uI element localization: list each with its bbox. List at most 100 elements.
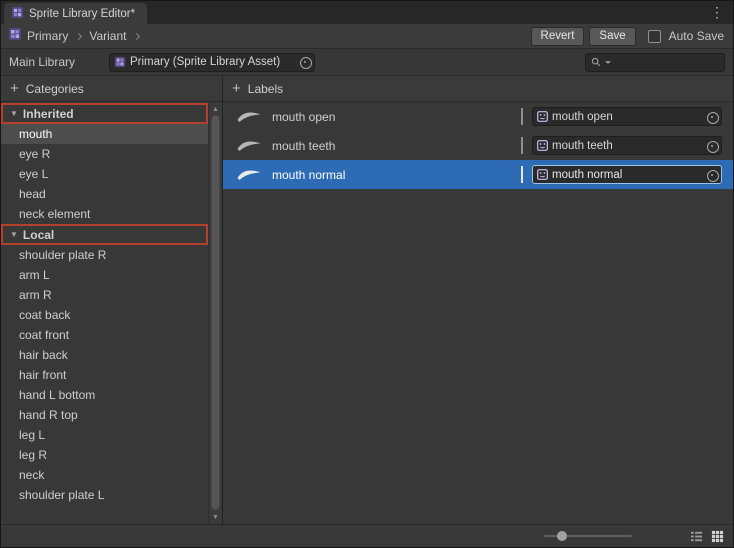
label-object-field[interactable]: mouth normal	[532, 165, 722, 184]
foldout-arrow-icon[interactable]: ▼	[10, 230, 18, 239]
thumbnail-size-slider[interactable]	[544, 535, 632, 537]
category-label: hand R top	[19, 408, 78, 422]
search-field[interactable]	[585, 53, 725, 72]
object-picker-icon[interactable]	[705, 139, 718, 152]
category-item-mouth[interactable]: mouth	[1, 124, 208, 144]
add-label-button[interactable]: +	[232, 81, 241, 96]
sprite-library-asset-icon	[114, 56, 126, 68]
category-item-shoulder-plate-r[interactable]: shoulder plate R	[1, 245, 208, 265]
label-name: mouth teeth	[272, 139, 335, 153]
category-item-head[interactable]: head	[1, 184, 208, 204]
separator-handle[interactable]	[521, 166, 523, 183]
category-item-hand-r-top[interactable]: hand R top	[1, 405, 208, 425]
main-library-object-field[interactable]: Primary (Sprite Library Asset)	[109, 53, 315, 72]
tab-title: Sprite Library Editor*	[29, 8, 135, 20]
label-object-field[interactable]: mouth open	[532, 107, 722, 126]
auto-save-checkbox[interactable]	[648, 30, 661, 43]
sprite-library-icon	[8, 27, 22, 46]
labels-panel: + Labels mouth open mouth open mouth teeth…	[223, 76, 733, 524]
categories-header: + Categories	[1, 76, 222, 102]
category-group-inherited[interactable]: ▼ Inherited	[1, 103, 208, 124]
category-label: head	[19, 187, 46, 201]
category-label: coat front	[19, 328, 69, 342]
category-item-neck-element[interactable]: neck element	[1, 204, 208, 224]
category-label: shoulder plate R	[19, 248, 106, 262]
chevron-right-icon	[75, 32, 82, 39]
category-group-local[interactable]: ▼ Local	[1, 224, 208, 245]
category-label: neck element	[19, 207, 90, 221]
category-label: Inherited	[23, 107, 74, 121]
chevron-right-icon	[133, 32, 140, 39]
breadcrumb-primary[interactable]: Primary	[27, 29, 68, 43]
object-picker-icon[interactable]	[705, 110, 718, 123]
tab-sprite-library-editor[interactable]: Sprite Library Editor*	[4, 3, 147, 24]
sprite-asset-icon	[537, 111, 548, 122]
category-item-coat-back[interactable]: coat back	[1, 305, 208, 325]
revert-button[interactable]: Revert	[531, 27, 585, 46]
category-label: neck	[19, 468, 44, 482]
category-label: hair back	[19, 348, 68, 362]
object-field-value: mouth open	[552, 111, 613, 123]
category-item-coat-front[interactable]: coat front	[1, 325, 208, 345]
scroll-down-icon[interactable]: ▼	[212, 512, 219, 522]
category-item-neck[interactable]: neck	[1, 465, 208, 485]
category-item-arm-l[interactable]: arm L	[1, 265, 208, 285]
category-item-eye-r[interactable]: eye R	[1, 144, 208, 164]
category-item-leg-r[interactable]: leg R	[1, 445, 208, 465]
search-filter-caret-icon[interactable]	[605, 61, 611, 64]
label-row-mouth-teeth[interactable]: mouth teeth mouth teeth	[223, 131, 733, 160]
category-item-hair-back[interactable]: hair back	[1, 345, 208, 365]
foldout-arrow-icon[interactable]: ▼	[10, 109, 18, 118]
main-library-row: Main Library Primary (Sprite Library Ass…	[1, 49, 733, 76]
add-category-button[interactable]: +	[10, 81, 19, 96]
main-library-label: Main Library	[9, 55, 109, 69]
auto-save-label: Auto Save	[669, 29, 724, 43]
separator-handle[interactable]	[521, 108, 523, 125]
scrollbar-thumb[interactable]	[211, 115, 220, 510]
breadcrumb-variant[interactable]: Variant	[89, 29, 126, 43]
search-icon[interactable]	[590, 56, 602, 68]
object-field-value: mouth normal	[552, 169, 622, 181]
category-label: leg R	[19, 448, 47, 462]
label-object-field[interactable]: mouth teeth	[532, 136, 722, 155]
category-list: ▼ Inherited mouth eye R eye L head neck elemen…	[1, 103, 208, 505]
labels-title: Labels	[248, 82, 283, 96]
vertical-scrollbar[interactable]: ▲ ▼	[208, 102, 222, 524]
category-label: hand L bottom	[19, 388, 95, 402]
category-label: coat back	[19, 308, 70, 322]
editor-panels: + Categories ▼ Inherited mouth eye R eye L he…	[1, 76, 733, 524]
category-item-eye-l[interactable]: eye L	[1, 164, 208, 184]
category-label: arm L	[19, 268, 50, 282]
sprite-asset-icon	[537, 169, 548, 180]
object-picker-icon[interactable]	[705, 168, 718, 181]
save-button[interactable]: Save	[589, 27, 635, 46]
sprite-thumbnail-icon	[235, 109, 263, 124]
grid-view-icon[interactable]	[711, 530, 724, 543]
categories-panel: + Categories ▼ Inherited mouth eye R eye L he…	[1, 76, 223, 524]
category-item-hand-l-bottom[interactable]: hand L bottom	[1, 385, 208, 405]
category-label: leg L	[19, 428, 45, 442]
list-view-icon[interactable]	[690, 530, 703, 543]
categories-list-area: ▼ Inherited mouth eye R eye L head neck elemen…	[1, 102, 222, 524]
category-label: Local	[23, 228, 54, 242]
sprite-library-icon	[11, 6, 24, 22]
object-picker-icon[interactable]	[298, 56, 311, 69]
view-mode-buttons	[690, 530, 724, 543]
label-name: mouth open	[272, 110, 335, 124]
category-label: eye L	[19, 167, 48, 181]
separator-handle[interactable]	[521, 137, 523, 154]
breadcrumb-toolbar: Primary Variant Revert Save Auto Save	[1, 24, 733, 49]
category-item-arm-r[interactable]: arm R	[1, 285, 208, 305]
category-item-hair-front[interactable]: hair front	[1, 365, 208, 385]
category-label: eye R	[19, 147, 50, 161]
sprite-thumbnail-icon	[235, 138, 263, 153]
scrollbar-track[interactable]	[209, 114, 222, 512]
category-item-leg-l[interactable]: leg L	[1, 425, 208, 445]
label-row-mouth-normal[interactable]: mouth normalmouth normal	[223, 160, 733, 189]
category-item-shoulder-plate-l[interactable]: shoulder plate L	[1, 485, 208, 505]
category-label: shoulder plate L	[19, 488, 104, 502]
slider-knob[interactable]	[557, 531, 567, 541]
label-row-mouth-open[interactable]: mouth open mouth open	[223, 102, 733, 131]
kebab-menu-icon[interactable]: ⋮	[701, 4, 733, 21]
scroll-up-icon[interactable]: ▲	[212, 104, 219, 114]
